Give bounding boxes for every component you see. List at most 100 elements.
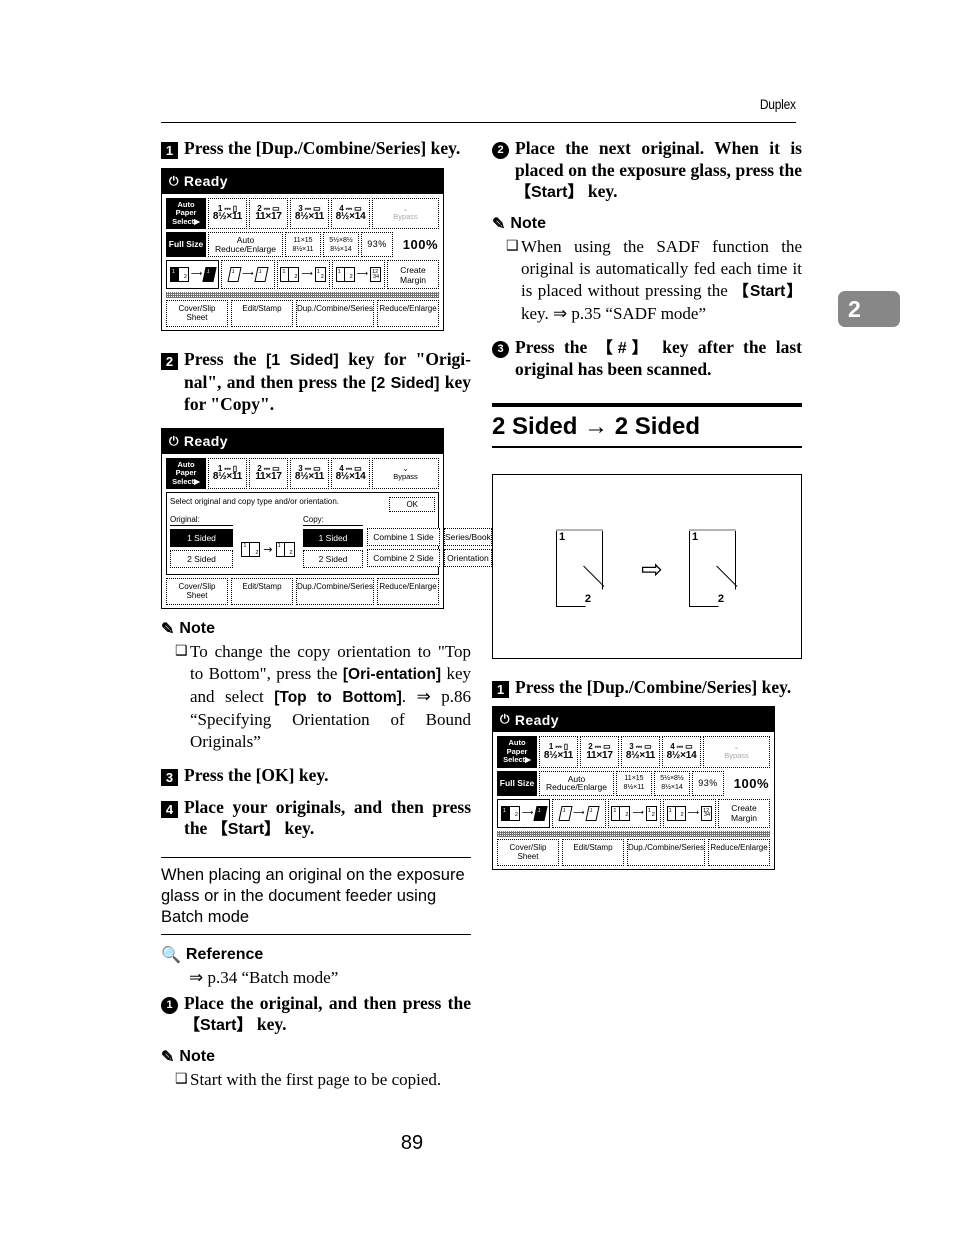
combine-1-side-button[interactable]: Combine 1 Side bbox=[367, 528, 440, 546]
two-sided-to-two-sided-diagram: 1 2 ⇨ 1 2 bbox=[492, 473, 802, 659]
tray-key-3[interactable]: 3 ⎓ ▭ 8½×11 bbox=[290, 197, 329, 229]
tray-key-1[interactable]: 1 ⎓ ▯ 8½×11 bbox=[539, 736, 578, 768]
duplex-settings-area: Select original and copy type and/or ori… bbox=[166, 492, 492, 575]
tray-key-2[interactable]: 2 ⎓ ▭ 11×17 bbox=[580, 736, 619, 768]
chapter-tab-number: 2 bbox=[848, 295, 861, 322]
ratio-key-1[interactable]: 11×15 8½×11 bbox=[616, 770, 652, 796]
step-number: 4 bbox=[161, 800, 178, 818]
auto-paper-select-key[interactable]: Auto Paper Select▶ bbox=[166, 197, 206, 229]
full-size-key[interactable]: Full Size bbox=[497, 770, 537, 796]
duplex-key-2to2[interactable]: 1 ⟶ 1 bbox=[552, 798, 606, 828]
power-icon: ⏻ bbox=[500, 712, 510, 726]
step-number: 3 bbox=[492, 340, 509, 358]
tray-key-1[interactable]: 1 ⎓ ▯ 8½×11 bbox=[208, 197, 247, 229]
tab-edit-stamp[interactable]: Edit/Stamp bbox=[230, 300, 293, 327]
step-text: Press the [Dup./Combine/Series] key. bbox=[184, 138, 461, 158]
document-page: Duplex 2 1 Press the [Dup./Combine/Serie… bbox=[0, 0, 954, 1235]
copy-2-sided-button[interactable]: 2 Sided bbox=[303, 550, 363, 568]
auto-paper-select-key[interactable]: Auto Paper Select▶ bbox=[497, 736, 537, 768]
note-text: Start with the first page to be copied. bbox=[190, 1069, 442, 1089]
tray-key-4[interactable]: 4 ⎓ ▭ 8½×14 bbox=[331, 457, 370, 489]
duplex-key-2to2[interactable]: 1 ⟶ 1 bbox=[221, 260, 275, 289]
series-book-button[interactable]: Series/Book bbox=[444, 528, 492, 546]
left-step-4: 4 Place your originals, and then press t… bbox=[161, 797, 471, 841]
note-item: ❑ To change the copy orientation to "Top… bbox=[175, 641, 471, 753]
tray-key-2[interactable]: 2 ⎓ ▭ 11×17 bbox=[249, 197, 288, 229]
tab-reduce-enlarge[interactable]: Reduce/Enlarge bbox=[708, 838, 770, 866]
auto-reduce-enlarge-key[interactable]: Auto Reduce/Enlarge bbox=[208, 232, 283, 257]
lcd-panel-main-2[interactable]: ⏻ Ready Auto Paper Select▶ 1 ⎓ ▯ 8½×11 2 ⎓ ▭… bbox=[492, 706, 775, 870]
reference-line: ⇒ p.34 “Batch mode” bbox=[189, 967, 339, 987]
duplex-row: 12 ⟶ 1 1 ⟶ 1 12 ⟶ 1 2 1 2 ⟶ 12 34 Create… bbox=[497, 798, 770, 828]
header-rule bbox=[161, 122, 796, 123]
page-number: 89 bbox=[400, 1132, 424, 1154]
paper-select-row: Auto Paper Select▶ 1 ⎓ ▯ 8½×11 2 ⎓ ▭ 11×17 3… bbox=[166, 197, 439, 229]
step-number: 2 bbox=[161, 353, 178, 370]
tab-dup-combine-series[interactable]: Dup./Combine/Series bbox=[295, 300, 375, 327]
tray-key-3[interactable]: 3 ⎓ ▭ 8½×11 bbox=[621, 736, 660, 768]
auto-paper-select-key[interactable]: Auto Paper Select▶ bbox=[166, 457, 206, 489]
tray-key-3[interactable]: 3 ⎓ ▭ 8½×11 bbox=[290, 457, 329, 489]
lcd-panel-duplex[interactable]: ⏻ Ready Auto Paper Select▶ 1 ⎓ ▯ 8½×11 2 ⎓ ▭… bbox=[161, 427, 492, 609]
original-1-sided-button[interactable]: 1 Sided bbox=[170, 529, 233, 547]
tab-edit-stamp[interactable]: Edit/Stamp bbox=[230, 578, 293, 605]
tab-cover-slip-sheet[interactable]: Cover/Slip Sheet bbox=[166, 578, 228, 605]
tray-key-4[interactable]: 4 ⎓ ▭ 8½×14 bbox=[662, 736, 701, 768]
power-icon: ⏻ bbox=[169, 433, 179, 448]
tray-key-1[interactable]: 1 ⎓ ▯ 8½×11 bbox=[208, 457, 247, 489]
bypass-tray-key[interactable]: ⌄ Bypass bbox=[372, 197, 439, 229]
duplex-row: 12 ⟶ 1 1 ⟶ 1 12 ⟶ 1 2 1 2 ⟶ 12 34 Create… bbox=[166, 260, 439, 289]
tab-cover-slip-sheet[interactable]: Cover/Slip Sheet bbox=[497, 838, 559, 866]
bypass-tray-key[interactable]: ⌄ Bypass bbox=[703, 736, 770, 768]
ratio-key-1[interactable]: 11×15 8½×11 bbox=[285, 232, 321, 257]
ratio-key-2[interactable]: 5½×8½ 8½×14 bbox=[323, 232, 359, 257]
duplex-key-1to2[interactable]: 12 ⟶ 1 bbox=[166, 260, 220, 289]
right-column: 2 Place the next original. When it is pl… bbox=[492, 138, 802, 870]
tab-reduce-enlarge[interactable]: Reduce/Enlarge bbox=[377, 300, 439, 327]
tab-reduce-enlarge[interactable]: Reduce/Enlarge bbox=[377, 578, 439, 605]
duplex-key-4pages-1side[interactable]: 12 ⟶ 12 34 bbox=[662, 798, 716, 828]
tab-cover-slip-sheet[interactable]: Cover/Slip Sheet bbox=[166, 300, 228, 327]
preset-ratio-key[interactable]: 93% bbox=[692, 770, 724, 796]
magnifier-icon: 🔍 bbox=[161, 946, 181, 964]
left-step-3: 3 Press the [OK] key. bbox=[161, 765, 471, 787]
copy-1-sided-button[interactable]: 1 Sided bbox=[303, 529, 363, 547]
original-2-sided-button[interactable]: 2 Sided bbox=[170, 550, 233, 568]
duplex-key-2pages-1side[interactable]: 12 ⟶ 12 bbox=[607, 798, 661, 828]
power-icon: ⏻ bbox=[169, 173, 179, 188]
left-batch-step-1: 1 Place the original, and then press the… bbox=[161, 993, 471, 1037]
orientation-button[interactable]: Orientation bbox=[444, 549, 492, 567]
original-column: Original: 1 Sided 2 Sided bbox=[170, 515, 233, 571]
create-margin-key[interactable]: Create Margin bbox=[387, 260, 439, 289]
tray-key-4[interactable]: 4 ⎓ ▭ 8½×14 bbox=[331, 197, 370, 229]
left-column: 1 Press the [Dup./Combine/Series] key. ⏻… bbox=[161, 138, 492, 1093]
create-margin-key[interactable]: Create Margin bbox=[718, 798, 770, 828]
note-bullet: ❑ bbox=[175, 1071, 188, 1087]
combine-column: . Combine 1 Side Combine 2 Side bbox=[367, 515, 440, 571]
lcd-status-bar: ⏻ Ready bbox=[162, 168, 443, 194]
sheet-front-number: 1 bbox=[692, 530, 699, 543]
duplex-key-2pages-1side[interactable]: 12 ⟶ 12 bbox=[276, 260, 330, 289]
duplex-key-1to2[interactable]: 12 ⟶ 1 bbox=[497, 798, 551, 828]
tab-edit-stamp[interactable]: Edit/Stamp bbox=[561, 838, 624, 866]
reference-heading: 🔍 Reference bbox=[161, 945, 264, 964]
tab-dup-combine-series[interactable]: Dup./Combine/Series bbox=[295, 578, 375, 605]
running-head: Duplex bbox=[760, 96, 796, 112]
paper-select-row: Auto Paper Select▶ 1 ⎓ ▯ 8½×11 2 ⎓ ▭ 11×17 3… bbox=[497, 736, 770, 768]
ok-button[interactable]: OK bbox=[389, 497, 435, 512]
lcd-panel-main-1[interactable]: ⏻ Ready Auto Paper Select▶ 1 ⎓ ▯ 8½×11 2 ⎓ ▭… bbox=[161, 167, 444, 331]
ratio-key-2[interactable]: 5½×8½ 8½×14 bbox=[654, 770, 690, 796]
preset-ratio-key[interactable]: 93% bbox=[361, 232, 393, 257]
lcd-tab-row: Cover/Slip Sheet Edit/Stamp Dup./Combine… bbox=[497, 838, 770, 866]
right-step-2: 2 Place the next original. When it is pl… bbox=[492, 138, 802, 204]
full-size-key[interactable]: Full Size bbox=[166, 232, 206, 257]
bypass-tray-key[interactable]: ⌄ Bypass bbox=[372, 457, 439, 489]
auto-reduce-enlarge-key[interactable]: Auto Reduce/Enlarge bbox=[539, 770, 614, 796]
pencil-icon: ✎ bbox=[161, 1048, 175, 1066]
combine-2-side-button[interactable]: Combine 2 Side bbox=[367, 549, 440, 567]
preview-pictogram: 12 → 12 bbox=[241, 541, 295, 557]
tab-dup-combine-series[interactable]: Dup./Combine/Series bbox=[626, 838, 706, 866]
duplex-key-4pages-1side[interactable]: 12 ⟶ 12 34 bbox=[331, 260, 385, 289]
tray-key-2[interactable]: 2 ⎓ ▭ 11×17 bbox=[249, 457, 288, 489]
step-number: 3 bbox=[161, 769, 178, 786]
